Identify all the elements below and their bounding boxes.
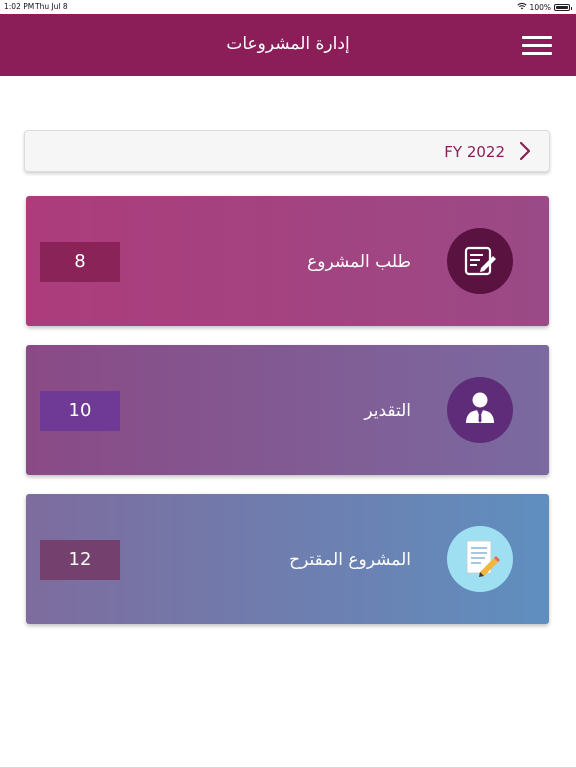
fiscal-year-label: FY 2022 [444, 143, 505, 161]
project-request-card[interactable]: طلب المشروع 8 [26, 196, 549, 326]
header-bar: إدارة المشروعات [0, 14, 576, 76]
notepad-pencil-icon [447, 526, 513, 592]
fiscal-year-selector[interactable]: FY 2022 [24, 130, 550, 172]
battery-icon [554, 3, 572, 11]
proposed-project-card[interactable]: المشروع المقترح 12 [26, 494, 549, 624]
estimate-card[interactable]: التقدير 10 [26, 345, 549, 475]
chevron-right-icon [515, 141, 535, 161]
battery-percent: 100% [529, 2, 551, 12]
status-time: 1:02 PM [4, 2, 35, 11]
count-badge: 8 [40, 242, 120, 282]
status-bar: 1:02 PM Thu Jul 8 100% [0, 0, 576, 14]
count-badge: 10 [40, 391, 120, 431]
edit-document-icon [447, 228, 513, 294]
card-label: المشروع المقترح [289, 550, 411, 570]
card-label: التقدير [364, 401, 411, 421]
wifi-icon [516, 2, 527, 12]
status-indicators: 100% [516, 2, 572, 12]
user-icon [447, 377, 513, 443]
hamburger-menu-icon[interactable] [522, 36, 552, 56]
status-date: Thu Jul 8 [35, 2, 68, 11]
count-badge: 12 [40, 540, 120, 580]
page-title: إدارة المشروعات [226, 34, 350, 54]
card-label: طلب المشروع [307, 252, 411, 272]
